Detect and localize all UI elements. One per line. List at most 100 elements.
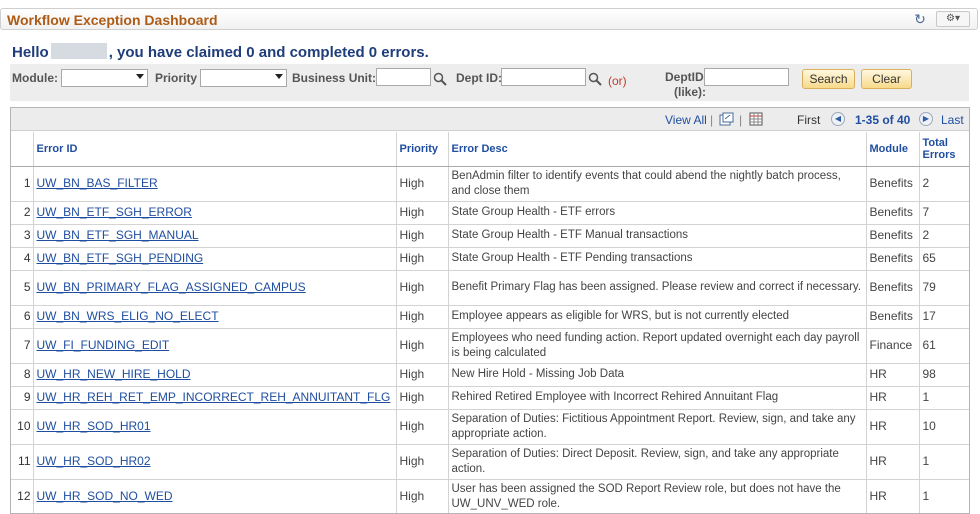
priority-cell: High — [396, 328, 449, 364]
row-number: 11 — [11, 444, 34, 480]
column-header-module[interactable]: Module — [866, 132, 920, 167]
error-id-cell: UW_HR_REH_RET_EMP_INCORRECT_REH_ANNUITAN… — [33, 386, 397, 410]
priority-cell: High — [396, 386, 449, 410]
table-row: 6 UW_BN_WRS_ELIG_NO_ELECT High Employee app… — [11, 305, 969, 329]
total-errors-cell: 1 — [919, 444, 969, 480]
or-label: (or) — [608, 74, 627, 88]
filter-bar: Module: Priority Business Unit: Dept ID:… — [10, 64, 969, 101]
priority-cell: High — [396, 166, 449, 202]
error-desc-cell: State Group Health - ETF Pending transac… — [448, 247, 867, 271]
error-id-link[interactable]: UW_BN_PRIMARY_FLAG_ASSIGNED_CAMPUS — [37, 280, 306, 294]
error-id-link[interactable]: UW_BN_ETF_SGH_ERROR — [37, 205, 192, 219]
total-errors-cell: 17 — [919, 305, 969, 329]
module-cell: Finance — [866, 328, 920, 364]
error-desc-cell: Employees who need funding action. Repor… — [448, 328, 867, 364]
error-id-link[interactable]: UW_BN_ETF_SGH_PENDING — [37, 251, 204, 265]
module-label: Module: — [12, 71, 58, 85]
row-number: 2 — [11, 201, 34, 225]
error-id-link[interactable]: UW_BN_ETF_SGH_MANUAL — [37, 228, 199, 242]
search-button[interactable]: Search — [802, 69, 855, 89]
total-errors-cell: 1 — [919, 479, 969, 513]
module-cell: Benefits — [866, 270, 920, 306]
priority-cell: High — [396, 409, 449, 445]
row-number: 4 — [11, 247, 34, 271]
total-errors-cell: 2 — [919, 224, 969, 248]
gear-menu-icon[interactable]: ⚙▾ — [936, 11, 970, 27]
error-id-cell: UW_HR_SOD_NO_WED — [33, 479, 397, 513]
error-id-link[interactable]: UW_HR_NEW_HIRE_HOLD — [37, 367, 191, 381]
error-desc-cell: New Hire Hold - Missing Job Data — [448, 363, 867, 387]
error-desc-cell: BenAdmin filter to identify events that … — [448, 166, 867, 202]
error-id-link[interactable]: UW_HR_REH_RET_EMP_INCORRECT_REH_ANNUITAN… — [37, 390, 391, 404]
error-id-link[interactable]: UW_HR_SOD_HR02 — [37, 454, 151, 468]
error-desc-cell: Benefit Primary Flag has been assigned. … — [448, 270, 867, 306]
row-number: 3 — [11, 224, 34, 248]
priority-cell: High — [396, 270, 449, 306]
view-all-link[interactable]: View All — [665, 113, 707, 127]
module-cell: Benefits — [866, 201, 920, 225]
table-row: 3 UW_BN_ETF_SGH_MANUAL High State Group Hea… — [11, 224, 969, 248]
row-number: 10 — [11, 409, 34, 445]
zoom-grid-icon[interactable] — [719, 112, 734, 126]
greeting-hello: Hello — [12, 44, 49, 61]
module-cell: Benefits — [866, 305, 920, 329]
error-id-link[interactable]: UW_BN_BAS_FILTER — [37, 176, 158, 190]
table-row: 5 UW_BN_PRIMARY_FLAG_ASSIGNED_CAMPUS High B… — [11, 270, 969, 306]
total-errors-cell: 65 — [919, 247, 969, 271]
dept-id-input[interactable] — [501, 68, 586, 86]
error-id-cell: UW_BN_ETF_SGH_PENDING — [33, 247, 397, 271]
module-cell: HR — [866, 444, 920, 480]
module-select[interactable] — [61, 69, 148, 87]
module-cell: HR — [866, 409, 920, 445]
clear-button[interactable]: Clear — [861, 69, 912, 89]
row-number: 6 — [11, 305, 34, 329]
last-link[interactable]: Last — [941, 113, 964, 127]
module-cell: HR — [866, 479, 920, 513]
refresh-icon[interactable]: ↻ — [912, 11, 928, 27]
dept-id-label: Dept ID: — [456, 71, 502, 85]
next-page-icon[interactable]: ▶ — [919, 112, 933, 126]
business-unit-input[interactable] — [376, 68, 431, 86]
error-id-link[interactable]: UW_HR_SOD_HR01 — [37, 419, 151, 433]
row-number: 8 — [11, 363, 34, 387]
priority-select[interactable] — [200, 69, 287, 87]
previous-page-icon[interactable]: ◀ — [831, 112, 845, 126]
first-label[interactable]: First — [797, 113, 820, 127]
row-number: 1 — [11, 166, 34, 202]
chevron-down-icon — [275, 74, 283, 79]
lookup-icon[interactable] — [588, 72, 602, 86]
business-unit-label: Business Unit: — [292, 71, 377, 85]
error-id-cell: UW_BN_BAS_FILTER — [33, 166, 397, 202]
module-cell: Benefits — [866, 247, 920, 271]
error-id-link[interactable]: UW_HR_SOD_NO_WED — [37, 489, 173, 503]
column-header-priority[interactable]: Priority — [396, 132, 449, 167]
download-spreadsheet-icon[interactable] — [749, 112, 764, 126]
priority-cell: High — [396, 363, 449, 387]
table-row: 7 UW_FI_FUNDING_EDIT High Employees who nee… — [11, 328, 969, 364]
error-id-cell: UW_FI_FUNDING_EDIT — [33, 328, 397, 364]
table-row: 9 UW_HR_REH_RET_EMP_INCORRECT_REH_ANNUITA… — [11, 386, 969, 410]
priority-label: Priority — [155, 71, 198, 85]
error-desc-cell: Separation of Duties: Direct Deposit. Re… — [448, 444, 867, 480]
priority-cell: High — [396, 201, 449, 225]
deptid-like-label: DeptID — [665, 70, 704, 84]
module-cell: HR — [866, 386, 920, 410]
redacted-user-name — [50, 43, 107, 59]
error-id-link[interactable]: UW_BN_WRS_ELIG_NO_ELECT — [37, 309, 219, 323]
column-header-total-errors[interactable]: Total Errors — [919, 132, 969, 167]
greeting-status: , you have claimed 0 and completed 0 err… — [108, 44, 429, 61]
lookup-icon[interactable] — [433, 72, 447, 86]
deptid-like-input[interactable] — [704, 68, 789, 86]
column-header-row-number — [11, 132, 34, 167]
nav-separator: | — [710, 113, 714, 127]
column-header-error-desc[interactable]: Error Desc — [448, 132, 867, 167]
total-errors-cell: 61 — [919, 328, 969, 364]
column-header-error-id[interactable]: Error ID — [33, 132, 397, 167]
priority-cell: High — [396, 444, 449, 480]
table-row: 1 UW_BN_BAS_FILTER High BenAdmin filter to … — [11, 166, 969, 202]
error-id-link[interactable]: UW_FI_FUNDING_EDIT — [37, 338, 170, 352]
error-id-cell: UW_HR_NEW_HIRE_HOLD — [33, 363, 397, 387]
total-errors-cell: 98 — [919, 363, 969, 387]
module-cell: Benefits — [866, 224, 920, 248]
total-errors-cell: 10 — [919, 409, 969, 445]
